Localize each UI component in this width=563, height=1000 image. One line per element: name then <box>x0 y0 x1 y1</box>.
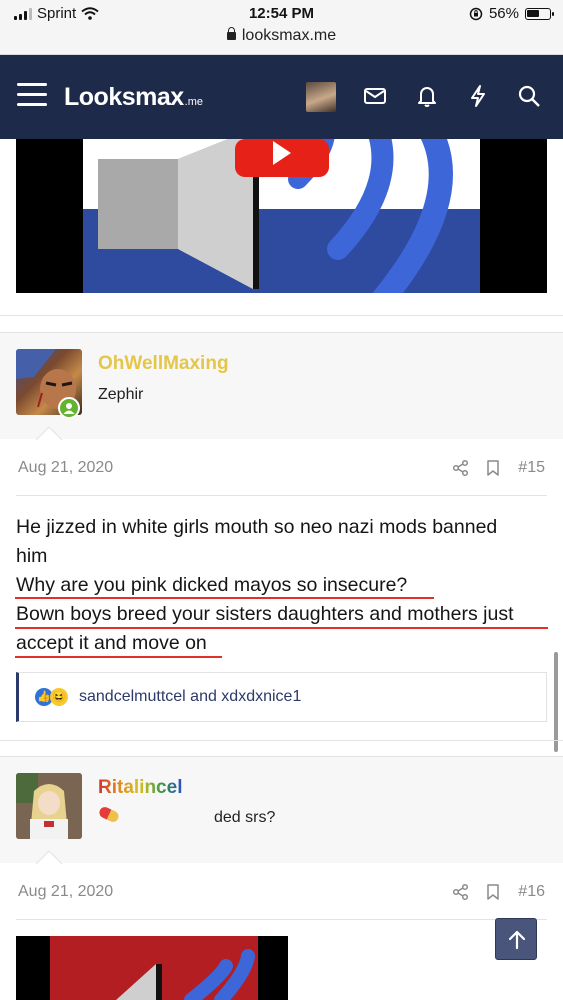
lightning-icon[interactable] <box>465 83 491 109</box>
post-date[interactable]: Aug 21, 2020 <box>18 883 113 901</box>
avatar[interactable] <box>16 773 82 839</box>
user-title: ded srs? <box>214 809 276 826</box>
menu-icon[interactable] <box>17 83 47 107</box>
username[interactable]: Ritalincel <box>98 777 182 799</box>
embedded-video[interactable] <box>16 139 547 293</box>
pill-icon <box>97 805 121 824</box>
post-line: accept it and move on <box>16 632 207 654</box>
speaker-image <box>98 139 453 293</box>
speech-caret <box>36 850 62 864</box>
post-line: him <box>16 545 48 567</box>
url-text: looksmax.me <box>241 27 337 44</box>
bookmark-icon[interactable] <box>484 883 502 901</box>
post-body: He jizzed in white girls mouth so neo na… <box>16 513 551 658</box>
site-header: Looksmax.me <box>0 55 563 139</box>
page-scrollbar[interactable] <box>554 652 558 752</box>
embedded-video[interactable] <box>16 936 288 1000</box>
scroll-to-top-button[interactable] <box>495 918 537 960</box>
site-logo[interactable]: Looksmax.me <box>64 83 203 112</box>
annotation-underline <box>15 597 434 599</box>
lock-icon <box>226 27 236 40</box>
post-number[interactable]: #15 <box>518 459 545 477</box>
bell-icon[interactable] <box>414 83 440 109</box>
user-title: Zephir <box>98 386 144 403</box>
post-number[interactable]: #16 <box>518 883 545 901</box>
laugh-reaction-icon: 😆 <box>50 688 68 706</box>
speech-caret <box>36 426 62 440</box>
bookmark-icon[interactable] <box>484 459 502 477</box>
orientation-lock-icon <box>469 7 483 20</box>
post-date[interactable]: Aug 21, 2020 <box>18 459 113 477</box>
avatar[interactable] <box>306 82 336 112</box>
mail-icon[interactable] <box>362 83 388 109</box>
online-status-icon <box>58 397 80 419</box>
address-bar[interactable]: looksmax.me <box>0 27 563 45</box>
video-thumbnail <box>83 139 480 293</box>
reactions-bar[interactable]: 👍 😆 sandcelmuttcel and xdxdxnice1 <box>16 672 547 722</box>
post-line: Bown boys breed your sisters daughters a… <box>16 603 514 625</box>
annotation-underline <box>15 656 222 658</box>
post-line: Why are you pink dicked mayos so insecur… <box>16 574 408 596</box>
reaction-users[interactable]: sandcelmuttcel and xdxdxnice1 <box>79 688 301 706</box>
post-author-block: Ritalincel ded srs? <box>0 756 563 863</box>
browser-status-bar: Sprint 12:54 PM 56% looksmax.me <box>0 0 563 55</box>
post-line: He jizzed in white girls mouth so neo na… <box>16 516 498 538</box>
speaker-image <box>116 949 255 1000</box>
post-author-block: OhWellMaxing Zephir <box>0 332 563 439</box>
share-icon[interactable] <box>452 459 470 477</box>
search-icon[interactable] <box>516 83 542 109</box>
arrow-up-icon <box>508 930 526 950</box>
annotation-underline <box>15 627 548 629</box>
battery-percent: 56% <box>488 5 519 22</box>
battery-icon <box>525 7 554 20</box>
username[interactable]: OhWellMaxing <box>98 353 229 375</box>
share-icon[interactable] <box>452 883 470 901</box>
